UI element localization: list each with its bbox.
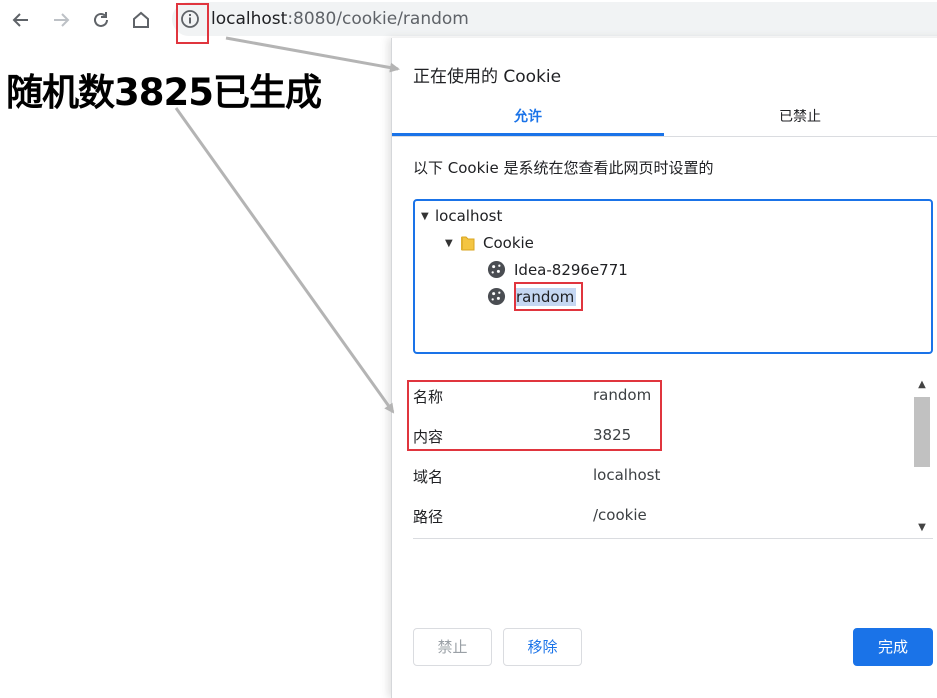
scroll-up-icon[interactable]: ▲ — [916, 379, 928, 391]
reload-icon — [94, 12, 108, 27]
annotation-arrow — [174, 107, 395, 414]
block-button[interactable]: 禁止 — [413, 628, 492, 666]
expand-caret-icon[interactable]: ▼ — [445, 238, 459, 249]
detail-row: 域名 localhost — [413, 456, 913, 496]
detail-label: 域名 — [413, 468, 444, 486]
cookie-icon — [487, 260, 506, 279]
page-heading: 随机数3825已生成 — [6, 71, 322, 114]
detail-value: /cookie — [593, 506, 647, 524]
url-host: localhost — [211, 9, 288, 29]
done-button[interactable]: 完成 — [853, 628, 933, 666]
cookie-tree[interactable]: ▼ localhost ▼ Cookie Idea-8296e771 rando… — [413, 199, 933, 354]
tab-allowed[interactable]: 允许 — [392, 102, 664, 136]
tree-node-folder[interactable]: ▼ Cookie — [445, 234, 534, 252]
url-text[interactable]: localhost:8080/cookie/random — [211, 8, 469, 30]
tree-site-label: localhost — [435, 207, 503, 225]
highlight-selected-cookie — [514, 282, 583, 311]
tab-bar: 允许 已禁止 — [392, 102, 937, 137]
remove-button[interactable]: 移除 — [503, 628, 582, 666]
tree-folder-label: Cookie — [483, 234, 534, 252]
scrollbar-thumb[interactable] — [914, 397, 930, 467]
dialog-title: 正在使用的 Cookie — [413, 67, 562, 87]
scroll-down-icon[interactable]: ▼ — [916, 522, 928, 534]
tree-node-cookie[interactable]: Idea-8296e771 — [487, 260, 628, 279]
back-button[interactable] — [7, 6, 35, 34]
tab-blocked[interactable]: 已禁止 — [664, 102, 936, 136]
home-icon — [133, 11, 149, 28]
forward-arrow-icon — [54, 13, 70, 27]
expand-caret-icon[interactable]: ▼ — [421, 211, 435, 222]
forward-button[interactable] — [47, 6, 75, 34]
detail-label: 路径 — [413, 508, 444, 526]
tree-node-site[interactable]: ▼ localhost — [421, 207, 502, 225]
folder-icon — [461, 236, 475, 251]
highlight-site-info — [176, 3, 209, 44]
browser-toolbar: localhost:8080/cookie/random — [0, 0, 937, 40]
url-path: :8080/cookie/random — [287, 9, 469, 29]
home-button[interactable] — [127, 6, 155, 34]
tree-cookie-label: Idea-8296e771 — [514, 260, 628, 279]
detail-row: 路径 /cookie — [413, 496, 913, 536]
back-arrow-icon — [12, 13, 28, 27]
reload-button[interactable] — [87, 6, 115, 34]
cookies-dialog: 正在使用的 Cookie 允许 已禁止 以下 Cookie 是系统在您查看此网页… — [391, 38, 937, 698]
dialog-description: 以下 Cookie 是系统在您查看此网页时设置的 — [413, 159, 714, 177]
detail-value: localhost — [593, 466, 661, 484]
cookie-icon — [487, 287, 506, 306]
details-scrollbar[interactable]: ▲ ▼ — [912, 376, 932, 538]
highlight-name-content — [407, 380, 662, 451]
